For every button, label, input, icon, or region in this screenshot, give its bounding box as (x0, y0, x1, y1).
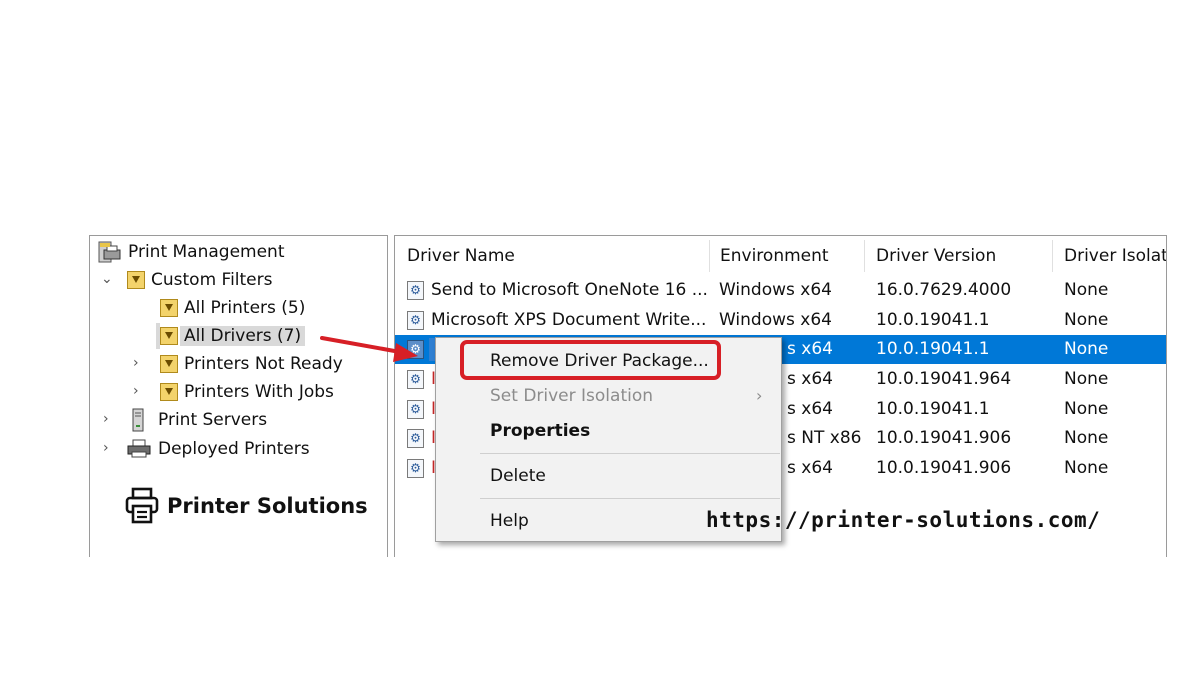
website-url: https://printer-solutions.com/ (706, 508, 1101, 532)
arrow-head (393, 343, 418, 362)
annotation-arrow (320, 336, 418, 362)
arrow-shaft (320, 336, 402, 354)
